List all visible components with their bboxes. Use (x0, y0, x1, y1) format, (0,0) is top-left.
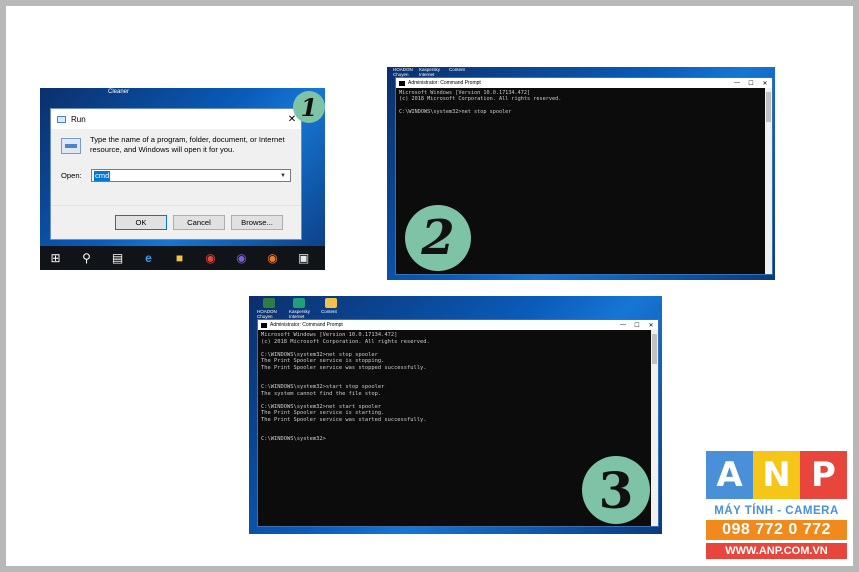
firefox-icon[interactable]: ◉ (257, 246, 288, 270)
page: Cleaner Run ✕ Type the name of a program… (6, 6, 853, 566)
firefox-icon[interactable]: ◉ (226, 246, 257, 270)
cancel-button[interactable]: Cancel (173, 215, 225, 230)
logo-website: WWW.ANP.COM.VN (706, 543, 847, 559)
open-input-value: cmd (94, 170, 111, 181)
cmd-titlebar: Administrator: Command Prompt — ☐ ✕ (396, 78, 772, 88)
logo-letter-a: A (706, 451, 753, 499)
run-titlebar: Run ✕ (51, 109, 301, 129)
window-title: Administrator: Command Prompt (270, 322, 343, 328)
desktop-icon-label: HOADON Chuyen (393, 67, 413, 77)
browse-button[interactable]: Browse... (231, 215, 283, 230)
chrome-icon[interactable]: ◉ (195, 246, 226, 270)
maximize-icon[interactable]: ☐ (744, 80, 758, 87)
anp-logo: A N P MÁY TÍNH - CAMERA 098 772 0 772 WW… (706, 451, 847, 563)
folder-icon (325, 298, 337, 308)
run-title: Run (71, 114, 86, 124)
taskbar: ⊞ ⚲ ▤ e ■ ◉ ◉ ◉ ▣ (40, 246, 325, 270)
app-icon (263, 298, 275, 308)
desktop-icon-label: Content (321, 309, 337, 314)
desktop-panel-2: HOADON Chuyen Kaspersky Internet Content… (387, 67, 775, 280)
scrollbar[interactable] (651, 330, 658, 526)
logo-letter-n: N (753, 451, 800, 499)
open-label: Open: (61, 171, 82, 180)
step-badge-3: 3 (582, 456, 650, 524)
kaspersky-icon (293, 298, 305, 308)
open-input[interactable]: cmd ▼ (91, 169, 291, 182)
cmd-icon (399, 80, 405, 86)
desktop-icon-label: HOADON Chuyen (257, 309, 277, 319)
console-output[interactable]: Microsoft Windows [Version 10.0.17134.47… (258, 330, 658, 445)
run-dialog: Run ✕ Type the name of a program, folder… (50, 108, 302, 240)
task-view-icon[interactable]: ▤ (102, 246, 133, 270)
desktop-panel-3: HOADON Chuyen Kaspersky Internet Content… (249, 296, 662, 534)
console-output[interactable]: Microsoft Windows [Version 10.0.17134.47… (396, 88, 772, 117)
step-badge-1: 1 (293, 91, 325, 123)
run-program-icon (61, 138, 81, 154)
cmd-titlebar: Administrator: Command Prompt — ☐ ✕ (258, 320, 658, 330)
window-title: Administrator: Command Prompt (408, 80, 481, 86)
edge-icon[interactable]: e (133, 246, 164, 270)
desktop-icon-label: Content (449, 67, 465, 72)
logo-tagline: MÁY TÍNH - CAMERA (714, 505, 839, 517)
cmd-icon (261, 322, 267, 328)
windows-start-icon[interactable]: ⊞ (40, 246, 71, 270)
search-icon[interactable]: ⚲ (71, 246, 102, 270)
scrollbar[interactable] (765, 88, 772, 274)
desktop-icon-label: Kaspersky Internet (289, 309, 311, 319)
store-icon[interactable]: ▣ (288, 246, 319, 270)
logo-phone: 098 772 0 772 (706, 520, 847, 540)
file-explorer-icon[interactable]: ■ (164, 246, 195, 270)
close-icon[interactable]: ✕ (644, 322, 658, 329)
logo-letter-p: P (800, 451, 847, 499)
ok-button[interactable]: OK (115, 215, 167, 230)
minimize-icon[interactable]: — (616, 322, 630, 329)
desktop-icon-label: Kaspersky Internet (419, 67, 441, 77)
step-badge-2: 2 (405, 205, 471, 271)
chevron-down-icon[interactable]: ▼ (280, 173, 290, 179)
minimize-icon[interactable]: — (730, 80, 744, 87)
run-description: Type the name of a program, folder, docu… (90, 135, 285, 154)
maximize-icon[interactable]: ☐ (630, 322, 644, 329)
run-app-icon (57, 115, 66, 123)
close-icon[interactable]: ✕ (758, 80, 772, 87)
desktop-panel-1: Cleaner Run ✕ Type the name of a program… (40, 88, 325, 270)
desktop-icon-label: Cleaner (108, 89, 130, 95)
